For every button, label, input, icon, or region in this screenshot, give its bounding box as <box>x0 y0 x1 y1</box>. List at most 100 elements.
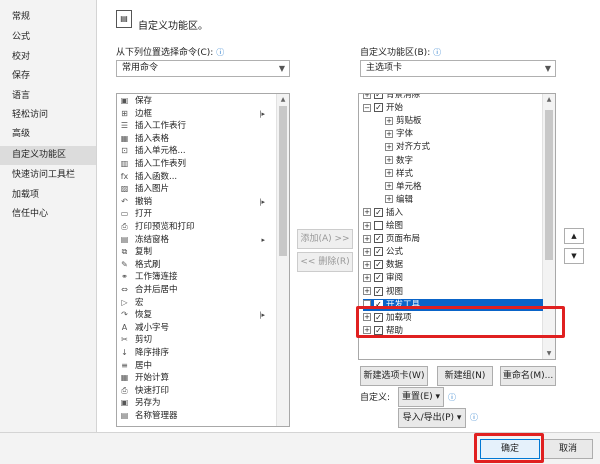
checkbox[interactable]: ✓ <box>374 260 383 270</box>
scroll-up-icon[interactable]: ▲ <box>277 94 289 105</box>
expand-icon[interactable]: + <box>363 260 371 269</box>
sidebar-item-7[interactable]: 自定义功能区 <box>0 146 96 165</box>
expand-icon[interactable]: + <box>363 208 371 217</box>
command-label: 名称管理器 <box>135 411 178 421</box>
command-item[interactable]: ⧉ 复制 <box>119 246 275 258</box>
tree-item[interactable]: + ✓ 背景消除 <box>363 94 420 101</box>
commands-scrollbar[interactable]: ▲ <box>276 94 289 426</box>
expand-icon[interactable]: + <box>385 142 393 151</box>
expand-icon[interactable]: + <box>363 247 371 256</box>
sidebar-item-4[interactable]: 语言 <box>0 87 96 106</box>
rename-button[interactable]: 重命名(M)... <box>500 366 556 386</box>
checkbox[interactable]: ✓ <box>374 286 383 296</box>
expand-icon[interactable]: + <box>385 129 393 138</box>
expand-icon[interactable]: + <box>385 195 393 204</box>
sidebar-item-8[interactable]: 快速访问工具栏 <box>0 166 96 185</box>
expand-icon[interactable]: + <box>363 273 371 282</box>
checkbox[interactable]: ✓ <box>374 103 383 113</box>
expand-icon[interactable]: + <box>363 221 371 230</box>
expand-icon[interactable]: + <box>385 156 393 164</box>
tree-item[interactable]: + ✓ 审阅 <box>363 272 403 284</box>
scroll-thumb[interactable] <box>545 110 553 260</box>
new-group-button[interactable]: 新建组(N) <box>437 366 493 386</box>
command-item[interactable]: ▤ 名称管理器 <box>119 410 275 422</box>
command-item[interactable]: ✎ 格式刷 <box>119 259 275 271</box>
scroll-down-icon[interactable]: ▼ <box>543 348 555 359</box>
sidebar-item-10[interactable]: 信任中心 <box>0 205 96 224</box>
command-label: 插入表格 <box>135 133 170 144</box>
tree-item[interactable]: + 字体 <box>385 128 413 140</box>
tree-item[interactable]: + 剪贴板 <box>385 115 422 127</box>
checkbox[interactable]: ✓ <box>374 207 383 217</box>
choose-commands-dropdown[interactable]: 常用命令 ▼ <box>116 60 290 77</box>
command-item[interactable]: ▭ 打开 <box>119 208 275 220</box>
command-item[interactable]: A 减小字号 <box>119 322 275 334</box>
expand-icon[interactable]: + <box>363 287 371 295</box>
move-up-button[interactable]: ▲ <box>564 228 584 244</box>
tree-item[interactable]: + ✓ 视图 <box>363 286 403 298</box>
sidebar-item-0[interactable]: 常规 <box>0 8 96 27</box>
new-tab-button[interactable]: 新建选项卡(W) <box>360 366 428 386</box>
command-item[interactable]: ⊞ 边框 |▸ <box>119 108 275 120</box>
command-item[interactable]: ☰ 插入工作表行 <box>119 120 275 132</box>
add-button[interactable]: 添加(A) >> <box>297 229 353 249</box>
expand-icon[interactable]: + <box>385 169 393 178</box>
tree-item[interactable]: + ✓ 页面布局 <box>363 233 420 245</box>
command-item[interactable]: ▨ 插入图片 <box>119 183 275 195</box>
scroll-up-icon[interactable]: ▲ <box>543 94 555 105</box>
tree-item[interactable]: + ✓ 插入 <box>363 207 403 219</box>
tree-item[interactable]: + 数字 <box>385 155 413 167</box>
expand-icon[interactable]: + <box>363 94 371 99</box>
command-item[interactable]: ▦ 开始计算 <box>119 372 275 384</box>
command-item[interactable]: ≡ 居中 <box>119 360 275 372</box>
command-item[interactable]: fx 插入函数... <box>119 171 275 183</box>
checkbox[interactable]: ✓ <box>374 247 383 257</box>
tree-item[interactable]: + ✓ 数据 <box>363 259 403 271</box>
scroll-thumb[interactable] <box>279 106 287 256</box>
command-item[interactable]: ▷ 宏 <box>119 297 275 309</box>
tree-item[interactable]: + 绘图 <box>363 220 403 232</box>
cancel-button[interactable]: 取消 <box>543 439 593 459</box>
checkbox[interactable]: ✓ <box>374 234 383 244</box>
tree-item[interactable]: + ✓ 公式 <box>363 246 403 258</box>
sidebar-item-2[interactable]: 校对 <box>0 48 96 67</box>
command-item[interactable]: ↶ 撤销 |▸ <box>119 196 275 208</box>
reset-button[interactable]: 重置(E) ▾ <box>398 387 444 407</box>
command-item[interactable]: ⚭ 工作簿连接 <box>119 271 275 283</box>
command-item[interactable]: ▦ 插入表格 <box>119 133 275 145</box>
tree-item[interactable]: + 编辑 <box>385 194 413 206</box>
remove-button[interactable]: << 删除(R) <box>297 252 353 272</box>
command-item[interactable]: ▣ 另存为 <box>119 397 275 409</box>
expand-icon[interactable]: + <box>363 234 371 243</box>
tree-item[interactable]: + 对齐方式 <box>385 141 430 153</box>
command-item[interactable]: ▣ 保存 <box>119 95 275 107</box>
tree-item[interactable]: + 单元格 <box>385 181 422 193</box>
move-down-button[interactable]: ▼ <box>564 248 584 264</box>
checkbox[interactable]: ✓ <box>374 94 383 99</box>
import-export-button[interactable]: 导入/导出(P) ▾ <box>398 408 466 428</box>
tree-item[interactable]: + 样式 <box>385 168 413 180</box>
commands-list[interactable]: ▲ ▣ 保存 ⊞ 边框 |▸ ☰ 插入工作表行 ▦ 插入表格 ⊡ 插入单元格... ▥ 插入工作表列 fx… <box>116 93 290 427</box>
sidebar-item-1[interactable]: 公式 <box>0 28 96 47</box>
sidebar-item-9[interactable]: 加载项 <box>0 186 96 205</box>
command-item[interactable]: ⊡ 插入单元格... <box>119 145 275 157</box>
sidebar-item-5[interactable]: 轻松访问 <box>0 106 96 125</box>
command-item[interactable]: ⎙ 打印预览和打印 <box>119 221 275 233</box>
checkbox[interactable] <box>374 221 383 230</box>
sidebar-item-6[interactable]: 高级 <box>0 125 96 144</box>
command-item[interactable]: ✂ 剪切 <box>119 334 275 346</box>
command-item[interactable]: ⎙ 快速打印 <box>119 385 275 397</box>
command-item[interactable]: ▥ 插入工作表列 <box>119 158 275 170</box>
command-item[interactable]: ▤ 冻结窗格 ▸ <box>119 234 275 246</box>
freeze-icon: ▤ <box>120 234 129 244</box>
tree-item[interactable]: − ✓ 开始 <box>363 102 403 114</box>
command-item[interactable]: ⇔ 合并后居中 <box>119 284 275 296</box>
checkbox[interactable]: ✓ <box>374 273 383 283</box>
customize-ribbon-dropdown[interactable]: 主选项卡 ▼ <box>360 60 556 77</box>
collapse-icon[interactable]: − <box>363 103 371 112</box>
command-item[interactable]: ↓ 降序排序 <box>119 347 275 359</box>
sidebar-item-3[interactable]: 保存 <box>0 67 96 86</box>
expand-icon[interactable]: + <box>385 116 393 125</box>
expand-icon[interactable]: + <box>385 182 393 191</box>
command-item[interactable]: ↷ 恢复 |▸ <box>119 309 275 321</box>
